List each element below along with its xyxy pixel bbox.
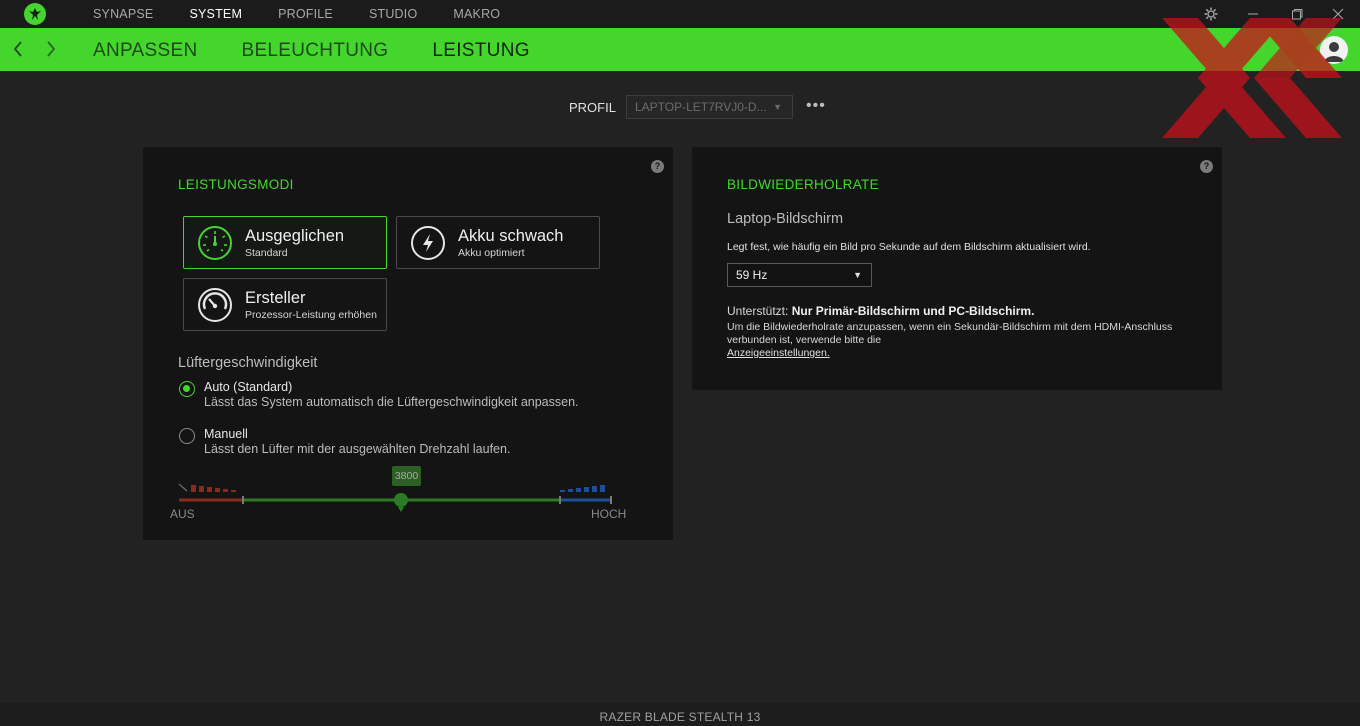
title-bar: SYNAPSE SYSTEM PROFILE STUDIO MAKRO xyxy=(0,0,1360,28)
fan-auto-label: Auto (Standard) xyxy=(204,380,293,394)
fan-manual-label: Manuell xyxy=(204,427,248,441)
mode-title: Akku schwach xyxy=(458,227,564,245)
tab-leistung[interactable]: LEISTUNG xyxy=(432,28,529,71)
tab-studio[interactable]: STUDIO xyxy=(369,0,417,28)
help-icon[interactable]: ? xyxy=(1200,160,1213,173)
fan-speed-title: Lüftergeschwindigkeit xyxy=(178,355,318,371)
profile-label: PROFIL xyxy=(569,100,616,115)
back-arrow-icon[interactable] xyxy=(12,40,24,63)
display-settings-link[interactable]: Anzeigeeinstellungen. xyxy=(727,347,830,359)
razer-logo-icon[interactable] xyxy=(24,3,46,25)
fan-manual-description: Lässt den Lüfter mit der ausgewählten Dr… xyxy=(204,442,511,456)
watermark-logo xyxy=(1162,18,1342,138)
refresh-rate-dropdown[interactable]: 59 Hz ▼ xyxy=(727,263,872,287)
speedometer-icon xyxy=(198,226,232,260)
lightning-bolt-icon xyxy=(411,226,445,260)
slider-max-label: HOCH xyxy=(591,507,627,521)
refresh-rate-value: 59 Hz xyxy=(736,268,768,282)
chevron-down-icon: ▼ xyxy=(853,270,862,280)
refresh-rate-title: BILDWIEDERHOLRATE xyxy=(727,177,879,192)
tab-makro[interactable]: MAKRO xyxy=(453,0,500,28)
performance-modes-title: LEISTUNGSMODI xyxy=(178,177,294,192)
fan-auto-description: Lässt das System automatisch die Lüfterg… xyxy=(204,395,579,409)
refresh-rate-description: Legt fest, wie häufig ein Bild pro Sekun… xyxy=(727,241,1091,253)
mode-title: Ausgeglichen xyxy=(245,227,345,245)
help-icon[interactable]: ? xyxy=(651,160,664,173)
tab-beleuchtung[interactable]: BELEUCHTUNG xyxy=(241,28,388,71)
mode-subtitle: Standard xyxy=(245,247,288,259)
sub-navigation: ANPASSEN BELEUCHTUNG LEISTUNG xyxy=(93,28,574,71)
forward-arrow-icon[interactable] xyxy=(45,40,57,63)
fan-manual-radio[interactable] xyxy=(179,428,195,444)
mode-balanced-button[interactable]: Ausgeglichen Standard xyxy=(183,216,387,269)
performance-panel: ? LEISTUNGSMODI Ausgeglichen Standard Ak… xyxy=(143,147,673,540)
more-options-icon[interactable]: ••• xyxy=(806,97,826,115)
gauge-dial-icon xyxy=(198,288,232,322)
chevron-down-icon: ▼ xyxy=(773,102,782,112)
device-name-footer: RAZER BLADE STEALTH 13 xyxy=(0,703,1360,726)
refresh-rate-panel: ? BILDWIEDERHOLRATE Laptop-Bildschirm Le… xyxy=(692,147,1222,390)
slider-handle[interactable] xyxy=(394,493,408,507)
profile-dropdown-value: LAPTOP-LET7RVJ0-D... xyxy=(635,100,767,114)
tab-anpassen[interactable]: ANPASSEN xyxy=(93,28,197,71)
supported-info: Unterstützt: Nur Primär-Bildschirm und P… xyxy=(727,304,1034,318)
mode-creator-button[interactable]: Ersteller Prozessor-Leistung erhöhen xyxy=(183,278,387,331)
tab-profile[interactable]: PROFILE xyxy=(278,0,333,28)
fan-auto-radio[interactable] xyxy=(179,381,195,397)
slider-value-tooltip: 3800 xyxy=(392,466,421,486)
mode-title: Ersteller xyxy=(245,289,306,307)
supported-value: Nur Primär-Bildschirm und PC-Bildschirm. xyxy=(791,304,1035,318)
supported-prefix: Unterstützt: xyxy=(727,304,789,318)
mode-subtitle: Akku optimiert xyxy=(458,247,525,259)
laptop-screen-label: Laptop-Bildschirm xyxy=(727,211,844,227)
mode-battery-saver-button[interactable]: Akku schwach Akku optimiert xyxy=(396,216,600,269)
slider-min-label: AUS xyxy=(170,507,195,521)
fan-off-bars xyxy=(178,483,236,492)
secondary-screen-note: Um die Bildwiederholrate anzupassen, wen… xyxy=(727,321,1173,346)
top-navigation: SYNAPSE SYSTEM PROFILE STUDIO MAKRO xyxy=(93,0,536,28)
section-header: ANPASSEN BELEUCHTUNG LEISTUNG xyxy=(0,28,1360,71)
tab-system[interactable]: SYSTEM xyxy=(189,0,242,28)
mode-subtitle: Prozessor-Leistung erhöhen xyxy=(245,309,377,321)
tab-synapse[interactable]: SYNAPSE xyxy=(93,0,153,28)
profile-dropdown[interactable]: LAPTOP-LET7RVJ0-D... ▼ xyxy=(626,95,793,119)
fan-high-bars xyxy=(560,485,605,492)
